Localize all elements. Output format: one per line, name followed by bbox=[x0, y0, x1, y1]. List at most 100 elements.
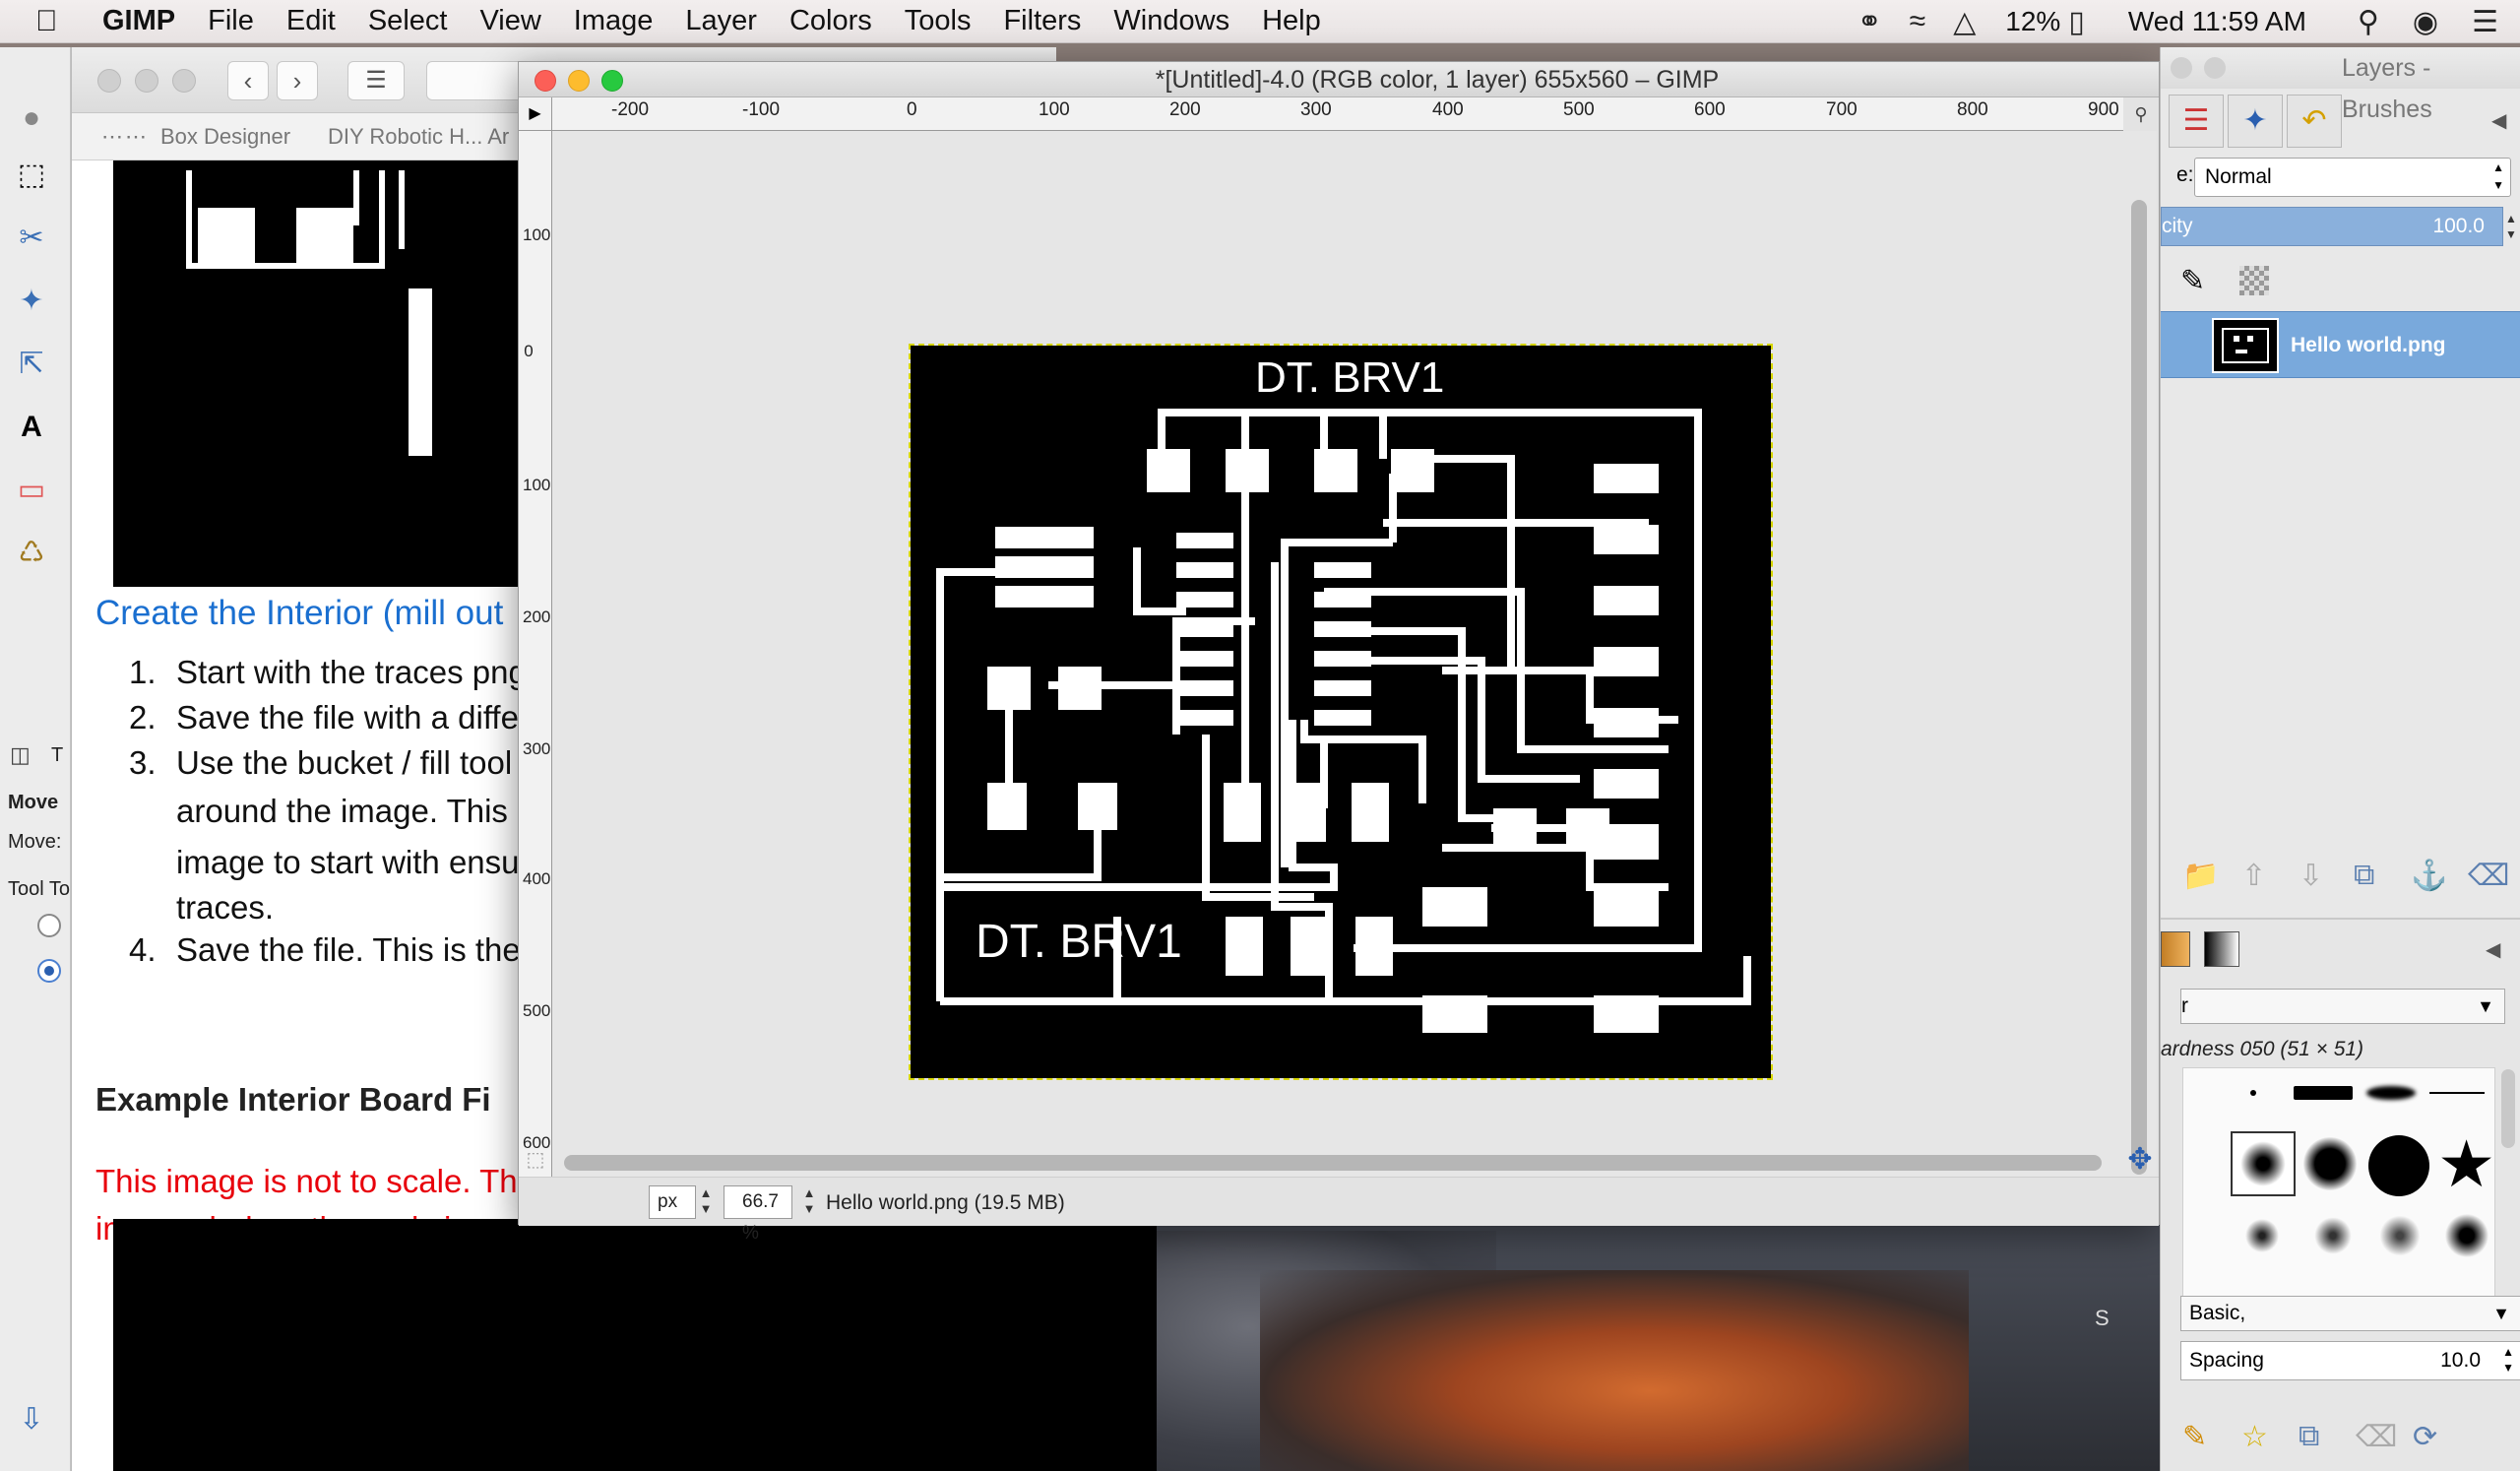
pcb-image[interactable]: DT. BRV1 DT. BRV1 bbox=[909, 344, 1773, 1080]
menu-edit[interactable]: Edit bbox=[286, 5, 336, 37]
horizontal-scrollbar[interactable] bbox=[552, 1145, 2123, 1177]
raise-layer-icon[interactable]: ⇧ bbox=[2241, 859, 2266, 893]
minimize-button[interactable] bbox=[568, 70, 590, 92]
brush-swatch[interactable] bbox=[2303, 1137, 2357, 1190]
menu-view[interactable]: View bbox=[479, 5, 540, 37]
creative-cloud-icon[interactable]: ⚭ bbox=[1858, 5, 1882, 39]
spotlight-icon[interactable]: ⚲ bbox=[2358, 5, 2379, 39]
mode-select[interactable]: Normal ▲ ▼ bbox=[2194, 158, 2511, 197]
opacity-arrows-icon[interactable]: ▲ ▼ bbox=[2505, 211, 2517, 242]
close-button[interactable] bbox=[535, 70, 556, 92]
eraser-tool-icon[interactable]: ▭ bbox=[10, 469, 53, 512]
brush-swatch[interactable] bbox=[2368, 1135, 2429, 1196]
duplicate-brush-icon[interactable]: ⧉ bbox=[2299, 1420, 2319, 1453]
brush-swatch[interactable] bbox=[2250, 1090, 2256, 1096]
lock-alpha-icon[interactable] bbox=[2239, 266, 2269, 295]
zoom-input[interactable]: 66.7 % bbox=[724, 1185, 792, 1244]
menu-colors[interactable]: Colors bbox=[789, 5, 872, 37]
image-canvas[interactable]: DT. BRV1 DT. BRV1 bbox=[552, 131, 2123, 1183]
menu-windows[interactable]: Windows bbox=[1113, 5, 1229, 37]
pattern-tab-icon[interactable] bbox=[2161, 931, 2190, 967]
menu-tools[interactable]: Tools bbox=[905, 5, 972, 37]
tool-options-tab-icon[interactable]: ◫ bbox=[10, 742, 31, 768]
fuzzy-select-tool-icon[interactable]: ✦ bbox=[10, 280, 53, 323]
clock[interactable]: Wed 11:59 AM bbox=[2128, 6, 2306, 37]
dock-menu-icon[interactable]: ◀ bbox=[2491, 108, 2506, 133]
paths-tab-icon[interactable]: ✦ bbox=[2228, 95, 2283, 148]
menu-app[interactable]: GIMP bbox=[102, 5, 175, 37]
battery-icon[interactable]: ▯ bbox=[2068, 5, 2085, 39]
lower-layer-icon[interactable]: ⇩ bbox=[2299, 859, 2323, 893]
new-layer-group-icon[interactable]: 📁 bbox=[2182, 859, 2219, 893]
duplicate-layer-icon[interactable]: ⧉ bbox=[2354, 859, 2374, 892]
edit-brush-icon[interactable]: ✎ bbox=[2182, 1420, 2207, 1454]
browser-minimize-button[interactable] bbox=[135, 69, 158, 93]
reader-icon[interactable]: ☰ bbox=[347, 61, 405, 100]
menu-filters[interactable]: Filters bbox=[1003, 5, 1081, 37]
bookmark-box-designer[interactable]: Box Designer bbox=[160, 113, 290, 160]
back-button[interactable]: ‹ bbox=[227, 61, 269, 100]
airplay-icon[interactable]: △ bbox=[1953, 5, 1976, 39]
brush-swatch[interactable] bbox=[2311, 1214, 2355, 1257]
radio-option-2[interactable] bbox=[37, 959, 61, 983]
spacing-slider[interactable]: Spacing 10.0 ▲ ▼ bbox=[2180, 1341, 2520, 1380]
save-tool-preset-icon[interactable]: ⇩ bbox=[10, 1398, 53, 1441]
rect-select-tool-icon[interactable]: ⬚ bbox=[10, 154, 53, 197]
notification-center-icon[interactable]: ☰ bbox=[2472, 5, 2498, 39]
brush-panel-menu-icon[interactable]: ◀ bbox=[2486, 937, 2500, 962]
apple-icon[interactable]:  bbox=[35, 5, 73, 38]
browser-zoom-button[interactable] bbox=[172, 69, 196, 93]
anchor-layer-icon[interactable]: ⚓ bbox=[2411, 859, 2447, 893]
layer-name[interactable]: Hello world.png bbox=[2291, 334, 2446, 357]
brush-swatch-selected[interactable] bbox=[2231, 1131, 2296, 1196]
layer-row[interactable]: Hello world.png bbox=[2161, 311, 2520, 378]
brush-swatch[interactable] bbox=[2366, 1086, 2416, 1100]
horizontal-ruler[interactable]: -200 -100 0 100 200 300 400 500 600 700 … bbox=[552, 97, 2123, 131]
brush-grid[interactable]: ★ bbox=[2182, 1067, 2495, 1313]
quick-mask-toggle-icon[interactable]: ▶ bbox=[519, 97, 552, 131]
layers-tab-icon[interactable]: ☰ bbox=[2169, 95, 2224, 148]
brush-grid-scroll-thumb[interactable] bbox=[2501, 1069, 2515, 1148]
brush-swatch[interactable] bbox=[2429, 1092, 2485, 1094]
dock-minimize-button[interactable] bbox=[2204, 57, 2226, 79]
bookmark-diy-robotic[interactable]: DIY Robotic H... Ar bbox=[328, 113, 509, 160]
brush-preset-select[interactable]: Basic, ▼ bbox=[2180, 1296, 2520, 1331]
dock-close-button[interactable] bbox=[2171, 57, 2192, 79]
star-brush-icon[interactable]: ★ bbox=[2437, 1129, 2494, 1198]
transform-tool-icon[interactable]: ⇱ bbox=[10, 343, 53, 386]
vertical-ruler[interactable]: 100 0 100 200 300 400 500 600 bbox=[519, 131, 552, 1224]
menu-file[interactable]: File bbox=[208, 5, 254, 37]
apps-grid-icon[interactable]: ⋯⋯ bbox=[101, 113, 149, 160]
refresh-brushes-icon[interactable]: ⟳ bbox=[2413, 1420, 2437, 1454]
new-brush-icon[interactable]: ☆ bbox=[2241, 1420, 2268, 1454]
wifi-icon[interactable]: ≈ bbox=[1910, 5, 1925, 38]
menu-image[interactable]: Image bbox=[574, 5, 654, 37]
vertical-scroll-thumb[interactable] bbox=[2131, 200, 2147, 1175]
spacing-arrows-icon[interactable]: ▲ ▼ bbox=[2502, 1344, 2514, 1375]
pointer-info-icon[interactable]: ⬚ bbox=[519, 1143, 552, 1177]
clone-tool-icon[interactable]: ♺ bbox=[10, 532, 53, 575]
delete-layer-icon[interactable]: ⌫ bbox=[2468, 859, 2509, 893]
brush-swatch[interactable] bbox=[2242, 1216, 2282, 1255]
radio-option-1[interactable] bbox=[37, 914, 61, 937]
brush-swatch[interactable] bbox=[2376, 1212, 2424, 1259]
scissors-select-tool-icon[interactable]: ✂ bbox=[10, 217, 53, 260]
zoom-arrows-icon[interactable]: ▲ ▼ bbox=[799, 1185, 819, 1219]
vertical-scrollbar[interactable] bbox=[2123, 131, 2157, 1184]
horizontal-scroll-thumb[interactable] bbox=[564, 1155, 2102, 1171]
forward-button[interactable]: › bbox=[277, 61, 318, 100]
browser-close-button[interactable] bbox=[97, 69, 121, 93]
menu-layer[interactable]: Layer bbox=[685, 5, 757, 37]
opacity-slider[interactable]: city 100.0 bbox=[2161, 207, 2503, 246]
menu-select[interactable]: Select bbox=[368, 5, 448, 37]
lock-pixels-icon[interactable]: ✎ bbox=[2180, 264, 2205, 298]
navigate-icon[interactable]: ✥ bbox=[2123, 1143, 2157, 1177]
zoom-button[interactable] bbox=[601, 70, 623, 92]
menu-help[interactable]: Help bbox=[1262, 5, 1321, 37]
delete-brush-icon[interactable]: ⌫ bbox=[2356, 1420, 2397, 1454]
siri-icon[interactable]: ◉ bbox=[2413, 5, 2438, 39]
text-tool-icon[interactable]: A bbox=[10, 406, 53, 449]
unit-select[interactable]: px bbox=[649, 1185, 696, 1219]
brush-swatch[interactable] bbox=[2441, 1210, 2492, 1261]
brush-swatch[interactable] bbox=[2294, 1086, 2353, 1100]
